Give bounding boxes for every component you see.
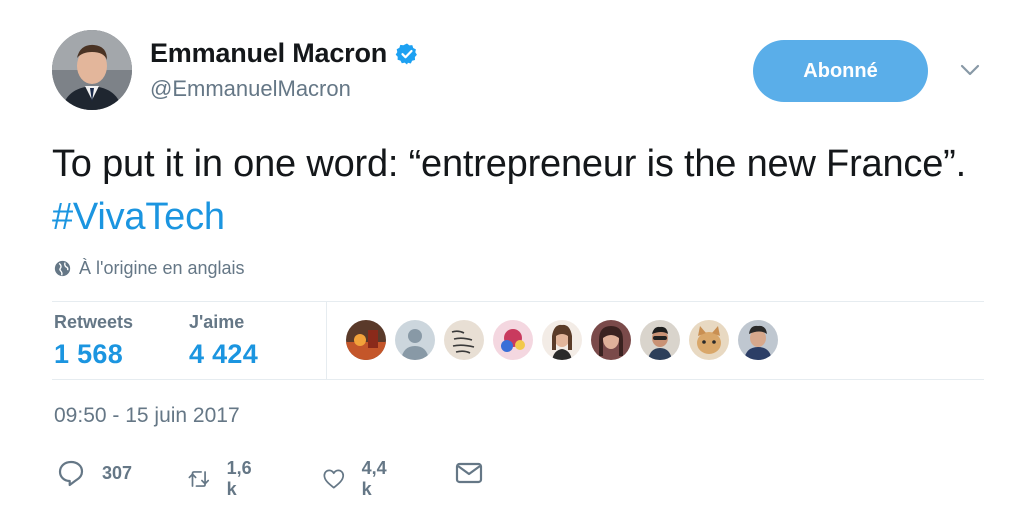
retweet-button[interactable]: 1,6 k	[187, 458, 258, 500]
retweet-count: 1,6 k	[226, 458, 252, 499]
liker-avatar[interactable]	[346, 320, 386, 360]
translation-note[interactable]: À l'origine en anglais	[54, 258, 245, 279]
globe-icon	[54, 260, 71, 277]
stats-separator	[326, 302, 327, 379]
liker-avatar[interactable]	[689, 320, 729, 360]
tweet-text: To put it in one word: “entrepreneur is …	[52, 138, 972, 244]
chevron-down-icon[interactable]	[958, 62, 982, 78]
liker-avatar[interactable]	[591, 320, 631, 360]
liker-avatar[interactable]	[444, 320, 484, 360]
retweet-icon	[188, 471, 210, 487]
divider	[52, 301, 984, 302]
retweets-stat[interactable]: Retweets 1 568	[54, 312, 133, 370]
likes-value: 4 424	[189, 339, 259, 369]
hashtag-link[interactable]: #VivaTech	[52, 196, 225, 238]
liker-avatar[interactable]	[542, 320, 582, 360]
direct-message-button[interactable]	[454, 458, 484, 488]
author-handle[interactable]: @EmmanuelMacron	[150, 76, 351, 102]
reply-count: 307	[102, 462, 133, 483]
likers-avatars	[346, 320, 778, 360]
divider	[52, 379, 984, 380]
tweet-card: Emmanuel Macron @EmmanuelMacron Abonné T…	[0, 0, 1024, 532]
translation-note-text: À l'origine en anglais	[79, 258, 245, 278]
reply-button[interactable]: 307	[56, 458, 132, 488]
likes-label: J'aime	[189, 312, 245, 332]
heart-icon	[323, 469, 345, 489]
reply-icon	[58, 460, 84, 487]
tweet-timestamp[interactable]: 09:50 - 15 juin 2017	[54, 404, 240, 428]
like-count: 4,4 k	[361, 458, 387, 499]
retweets-label: Retweets	[54, 312, 134, 332]
likes-stat[interactable]: J'aime 4 424	[189, 312, 258, 370]
liker-avatar[interactable]	[640, 320, 680, 360]
liker-avatar[interactable]	[738, 320, 778, 360]
follow-button[interactable]: Abonné	[753, 40, 928, 102]
direct-message-icon	[455, 462, 483, 484]
verified-badge-icon	[395, 43, 417, 64]
liker-avatar[interactable]	[395, 320, 435, 360]
retweets-value: 1 568	[54, 339, 124, 369]
author-avatar[interactable]	[52, 30, 132, 110]
author-name-row: Emmanuel Macron	[150, 38, 419, 69]
like-button[interactable]: 4,4 k	[322, 458, 393, 500]
tweet-text-body: To put it in one word: “entrepreneur is …	[52, 143, 966, 185]
liker-avatar[interactable]	[493, 320, 533, 360]
author-name[interactable]: Emmanuel Macron	[150, 38, 387, 69]
